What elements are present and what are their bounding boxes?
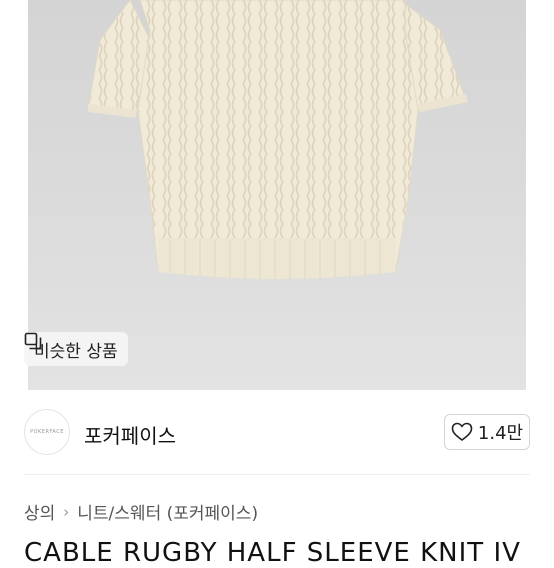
product-title: CABLE RUGBY HALF SLEEVE KNIT IV bbox=[24, 538, 521, 568]
breadcrumb: 상의 › 니트/스웨터 (포커페이스) bbox=[24, 499, 258, 525]
similar-products-label: 비슷한 상품 bbox=[34, 341, 118, 362]
shop-name[interactable]: 포커페이스 bbox=[84, 420, 176, 449]
product-photo[interactable]: 비슷한 상품 bbox=[0, 0, 554, 390]
heart-icon bbox=[451, 422, 473, 441]
like-button[interactable]: 1.4만 bbox=[444, 414, 530, 450]
copy-icon bbox=[24, 332, 42, 350]
divider bbox=[24, 474, 530, 475]
like-count: 1.4만 bbox=[477, 423, 524, 444]
similar-products-button[interactable]: 비슷한 상품 bbox=[24, 332, 128, 366]
breadcrumb-item-subcategory[interactable]: 니트/스웨터 (포커페이스) bbox=[77, 499, 258, 524]
shop-logo-text: POKERFACE bbox=[30, 429, 64, 435]
shop-avatar[interactable]: POKERFACE bbox=[24, 409, 70, 455]
chevron-right-icon: › bbox=[63, 502, 70, 521]
breadcrumb-item-category[interactable]: 상의 bbox=[24, 499, 55, 524]
